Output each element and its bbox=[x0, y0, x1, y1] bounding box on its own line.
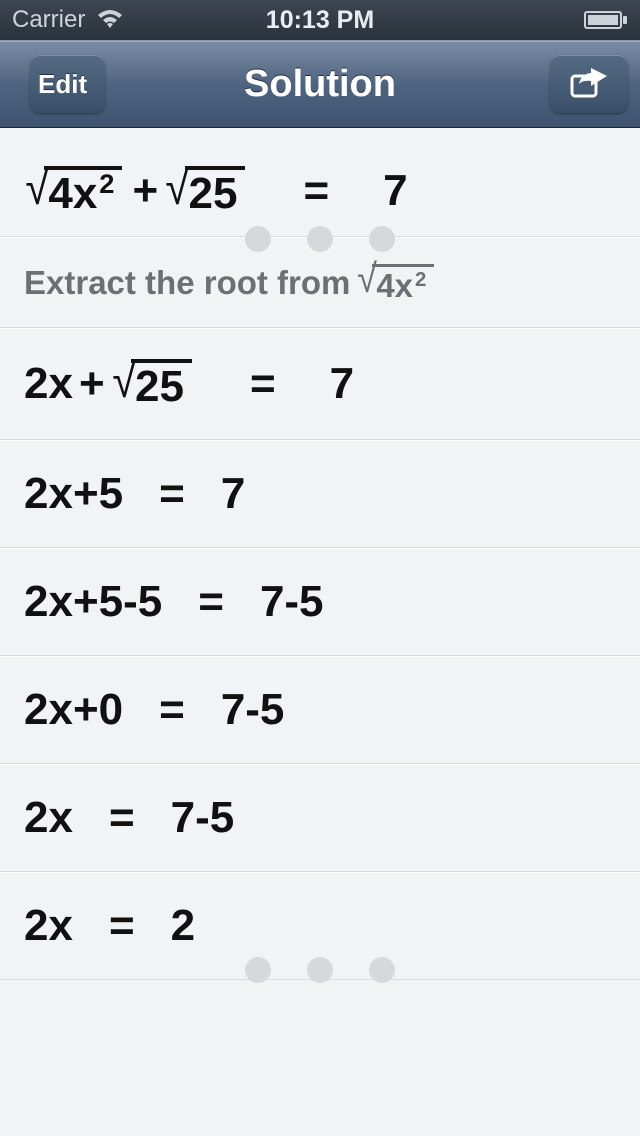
back-button[interactable]: Edit bbox=[30, 55, 105, 113]
sqrt-expr: √ 25 bbox=[164, 166, 245, 216]
dot bbox=[369, 957, 395, 983]
equation-row-step[interactable]: 2x + √ 25 = 7 bbox=[0, 328, 640, 440]
sqrt-expr: √ 25 bbox=[111, 359, 192, 409]
equation-row-step[interactable]: 2x = 7-5 bbox=[0, 764, 640, 872]
sqrt-expr: √ 4x2 bbox=[24, 166, 122, 216]
solution-content[interactable]: √ 4x2 + √ 25 = 7 Extract the root from √… bbox=[0, 128, 640, 1136]
rhs-value: 7 bbox=[383, 166, 407, 216]
share-icon bbox=[569, 66, 609, 103]
equation-row-original[interactable]: √ 4x2 + √ 25 = 7 bbox=[0, 128, 640, 237]
equals-sign: = bbox=[301, 166, 331, 216]
dot bbox=[245, 226, 271, 252]
plus-sign: + bbox=[130, 166, 160, 216]
dot bbox=[369, 226, 395, 252]
status-bar: Carrier 10:13 PM bbox=[0, 0, 640, 40]
equation-row-step[interactable]: 2x+0 = 7-5 bbox=[0, 656, 640, 764]
status-time: 10:13 PM bbox=[0, 6, 640, 35]
back-button-label: Edit bbox=[38, 69, 87, 99]
sqrt-expr: √ 4x2 bbox=[356, 262, 434, 302]
hint-text: Extract the root from bbox=[24, 264, 350, 302]
equation-row-step[interactable]: 2x+5 = 7 bbox=[0, 440, 640, 548]
equation-row-step[interactable]: 2x = 2 bbox=[0, 872, 640, 980]
equation-row-step[interactable]: 2x+5-5 = 7-5 bbox=[0, 548, 640, 656]
nav-bar: Edit Solution bbox=[0, 40, 640, 128]
share-button[interactable] bbox=[550, 55, 628, 113]
dot bbox=[307, 226, 333, 252]
dot bbox=[307, 957, 333, 983]
page-dots bbox=[0, 957, 640, 983]
dot bbox=[245, 957, 271, 983]
page-dots bbox=[0, 226, 640, 252]
